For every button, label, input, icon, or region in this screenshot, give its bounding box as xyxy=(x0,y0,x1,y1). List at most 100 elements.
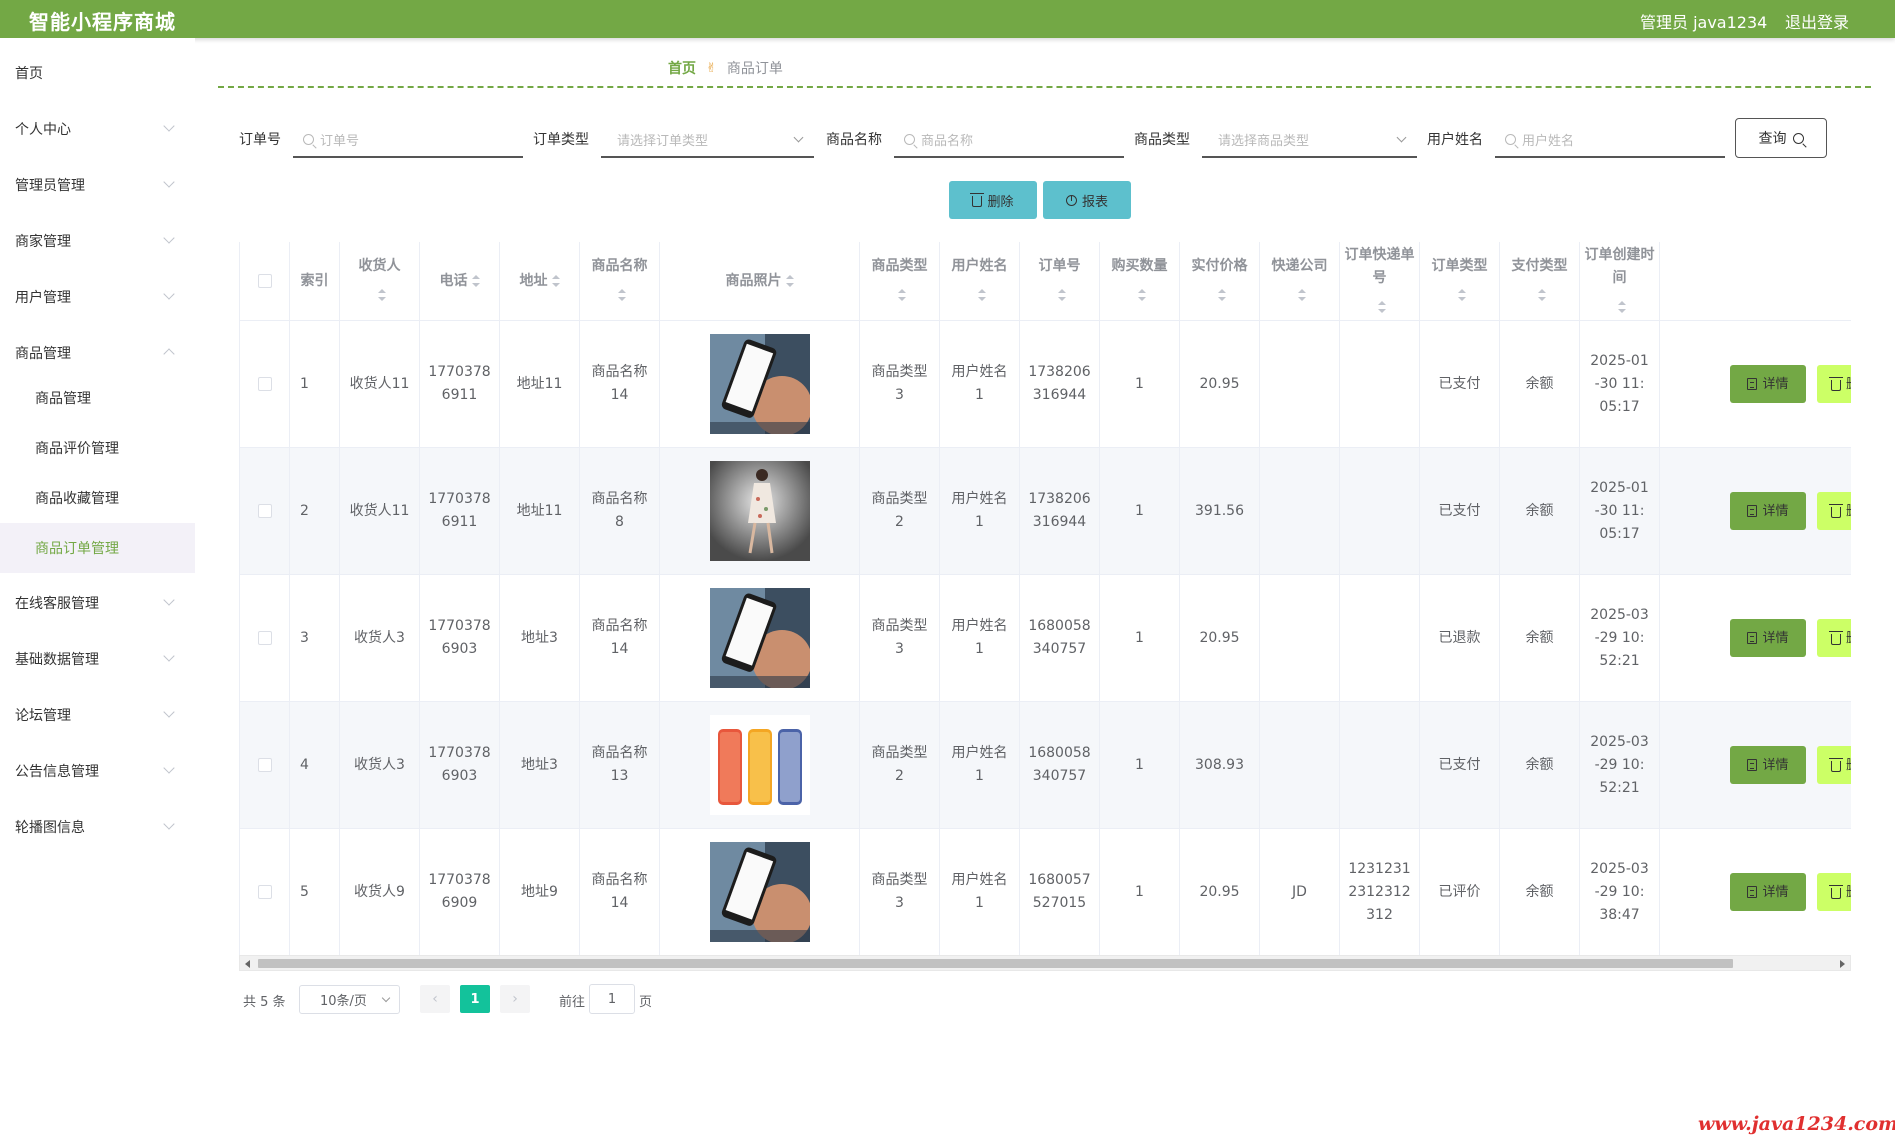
sidebar-item[interactable]: 用户管理 xyxy=(0,272,195,322)
goods-name-placeholder: 商品名称 xyxy=(921,133,974,149)
sidebar-item[interactable]: 管理员管理 xyxy=(0,160,195,210)
row-checkbox[interactable] xyxy=(257,377,272,391)
detail-button[interactable]: 详情 xyxy=(1730,365,1806,403)
row-delete-button[interactable]: 删除 xyxy=(1817,746,1851,784)
detail-button[interactable]: 详情 xyxy=(1730,746,1806,784)
sidebar-item[interactable]: 基础数据管理 xyxy=(0,634,195,684)
row-checkbox[interactable] xyxy=(257,631,272,645)
row-delete-button[interactable]: 删除 xyxy=(1817,873,1851,911)
order-no-input[interactable]: 订单号 xyxy=(293,122,523,158)
sidebar-item[interactable]: 首页 xyxy=(0,48,195,98)
sort-caret-icon[interactable] xyxy=(1537,289,1546,301)
row-checkbox[interactable] xyxy=(257,758,272,772)
table-row[interactable]: 1 收货人11 1770378 6911 地址11 商品名称 14 商品类型 3 用户姓名 … xyxy=(240,321,1851,448)
current-user: 管理员 java1234 xyxy=(1640,13,1768,32)
sidebar-item[interactable]: 论坛管理 xyxy=(0,690,195,740)
prev-page-button[interactable]: ‹ xyxy=(420,985,450,1013)
goto-page-input[interactable]: 1 xyxy=(589,984,635,1014)
detail-button[interactable]: 详情 xyxy=(1730,873,1806,911)
sort-caret-icon[interactable] xyxy=(1137,289,1146,301)
row-select-cell[interactable] xyxy=(240,321,290,447)
order-type-label: 订单类型 xyxy=(533,132,589,148)
cell-photo xyxy=(660,321,860,447)
sort-caret-icon[interactable] xyxy=(1297,289,1306,301)
row-delete-button[interactable]: 删除 xyxy=(1817,619,1851,657)
cell-index: 2 xyxy=(290,448,340,574)
sort-caret-icon[interactable] xyxy=(1617,300,1626,313)
sort-caret-icon[interactable] xyxy=(617,289,626,301)
sidebar-item[interactable]: 商品管理 xyxy=(0,328,195,378)
sort-caret-icon[interactable] xyxy=(897,289,906,301)
select-all-checkbox[interactable] xyxy=(257,274,272,288)
chevron-down-icon xyxy=(163,818,175,830)
select-all-cell[interactable] xyxy=(240,242,290,320)
document-icon xyxy=(1747,505,1758,517)
table-row[interactable]: 5 收货人9 1770378 6909 地址9 商品名称 14 商品类型 3 用户姓名 11… xyxy=(240,829,1851,955)
logout-link[interactable]: 退出登录 xyxy=(1785,9,1849,33)
cell-order-no: 1738206 316944 xyxy=(1020,448,1100,574)
row-delete-label: 删除 xyxy=(1846,373,1851,396)
query-button[interactable]: 查询 xyxy=(1735,118,1827,158)
sort-caret-icon[interactable] xyxy=(471,274,480,287)
cell-receiver: 收货人11 xyxy=(340,448,420,574)
table-row[interactable]: 3 收货人3 1770378 6903 地址3 商品名称 14 商品类型 3 用户姓名 11… xyxy=(240,575,1851,702)
sort-caret-icon[interactable] xyxy=(1217,289,1226,301)
table-row[interactable]: 4 收货人3 1770378 6903 地址3 商品名称 13 商品类型 2 用户姓名 11… xyxy=(240,702,1851,829)
row-delete-button[interactable]: 删除 xyxy=(1817,365,1851,403)
batch-delete-button[interactable]: 删除 xyxy=(949,181,1037,219)
detail-label: 详情 xyxy=(1762,376,1789,392)
cell-pay-type: 余额 xyxy=(1500,448,1580,574)
sort-caret-icon[interactable] xyxy=(1377,300,1386,313)
scroll-right-icon[interactable] xyxy=(1840,960,1845,968)
top-bar: 智能小程序商城 管理员 java1234 退出登录 xyxy=(0,0,1895,38)
horizontal-scrollbar[interactable] xyxy=(239,955,1851,971)
sort-caret-icon[interactable] xyxy=(377,289,386,301)
row-select-cell[interactable] xyxy=(240,702,290,828)
sidebar-sub-item[interactable]: 商品收藏管理 xyxy=(0,473,195,523)
scrollbar-thumb[interactable] xyxy=(258,959,1733,968)
column-header-label: 用户姓名 xyxy=(951,258,1008,274)
row-select-cell[interactable] xyxy=(240,829,290,955)
sidebar-item[interactable]: 公告信息管理 xyxy=(0,746,195,796)
cell-receiver: 收货人3 xyxy=(340,575,420,701)
sidebar-item[interactable]: 在线客服管理 xyxy=(0,578,195,628)
row-checkbox[interactable] xyxy=(257,504,272,518)
chevron-up-icon xyxy=(163,348,175,360)
goods-type-select[interactable]: 请选择商品类型 xyxy=(1202,122,1417,158)
row-select-cell[interactable] xyxy=(240,448,290,574)
table-row[interactable]: 2 收货人11 1770378 6911 地址11 商品名称 8 商品类型 2 用户姓名 1… xyxy=(240,448,1851,575)
sidebar-sub-item[interactable]: 商品订单管理 xyxy=(0,523,195,573)
sort-caret-icon[interactable] xyxy=(785,274,794,287)
cell-address: 地址3 xyxy=(500,575,580,701)
cell-qty: 1 xyxy=(1100,321,1180,447)
row-checkbox[interactable] xyxy=(257,885,272,899)
sidebar-item[interactable]: 轮播图信息 xyxy=(0,802,195,852)
goods-name-input[interactable]: 商品名称 xyxy=(894,122,1124,158)
row-delete-button[interactable]: 删除 xyxy=(1817,492,1851,530)
report-button[interactable]: 报表 xyxy=(1043,181,1131,219)
column-header-label: 实付价格 xyxy=(1191,258,1248,274)
page-size-select[interactable]: 10条/页 xyxy=(299,985,400,1014)
sidebar-sub-item[interactable]: 商品评价管理 xyxy=(0,423,195,473)
user-name-input[interactable]: 用户姓名 xyxy=(1495,122,1725,158)
order-type-select[interactable]: 请选择订单类型 xyxy=(601,122,814,158)
detail-label: 详情 xyxy=(1762,503,1789,519)
cell-order-type: 已评价 xyxy=(1420,829,1500,955)
row-select-cell[interactable] xyxy=(240,575,290,701)
page-number-current[interactable]: 1 xyxy=(460,985,490,1013)
sort-caret-icon[interactable] xyxy=(977,289,986,301)
sidebar-sub-item[interactable]: 商品管理 xyxy=(0,373,195,423)
detail-button[interactable]: 详情 xyxy=(1730,492,1806,530)
page-size-value: 10条/页 xyxy=(320,994,367,1009)
breadcrumb-home[interactable]: 首页 xyxy=(668,58,696,78)
sidebar-item[interactable]: 商家管理 xyxy=(0,216,195,266)
sort-caret-icon[interactable] xyxy=(1457,289,1466,301)
sort-caret-icon[interactable] xyxy=(1057,289,1066,301)
cell-user-name: 用户姓名 1 xyxy=(940,575,1020,701)
next-page-button[interactable]: › xyxy=(500,985,530,1013)
scroll-left-icon[interactable] xyxy=(245,960,250,968)
detail-button[interactable]: 详情 xyxy=(1730,619,1806,657)
cell-price: 391.56 xyxy=(1180,448,1260,574)
sidebar-item[interactable]: 个人中心 xyxy=(0,104,195,154)
sort-caret-icon[interactable] xyxy=(551,274,560,287)
